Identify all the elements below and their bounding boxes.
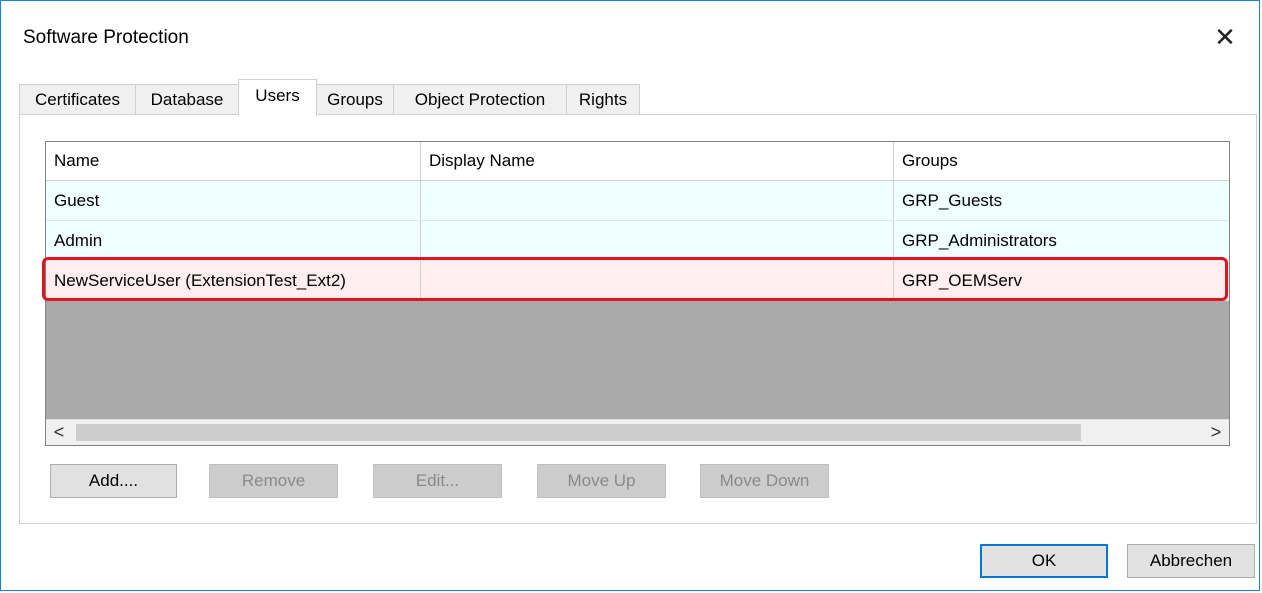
remove-button[interactable]: Remove	[209, 464, 338, 498]
move-down-button[interactable]: Move Down	[700, 464, 829, 498]
tab-certificates[interactable]: Certificates	[19, 84, 136, 114]
scroll-left-icon[interactable]: <	[46, 420, 72, 445]
users-tab-panel: Name Display Name Groups Guest GRP_Guest…	[19, 114, 1257, 524]
column-header-display-name[interactable]: Display Name	[421, 142, 894, 180]
users-table: Name Display Name Groups Guest GRP_Guest…	[45, 141, 1230, 446]
table-row[interactable]: Guest GRP_Guests	[46, 181, 1229, 221]
column-header-groups[interactable]: Groups	[894, 142, 1229, 180]
cancel-button[interactable]: Abbrechen	[1127, 544, 1255, 578]
software-protection-dialog: Software Protection ✕ Certificates Datab…	[0, 0, 1260, 591]
cell-groups: GRP_Administrators	[902, 231, 1057, 250]
edit-button[interactable]: Edit...	[373, 464, 502, 498]
table-row-highlighted[interactable]: NewServiceUser (ExtensionTest_Ext2) GRP_…	[46, 261, 1229, 301]
cell-name: NewServiceUser (ExtensionTest_Ext2)	[46, 261, 421, 300]
cell-groups: GRP_Guests	[902, 191, 1003, 210]
move-up-button[interactable]: Move Up	[537, 464, 666, 498]
tab-object-protection[interactable]: Object Protection	[393, 84, 567, 114]
cell-display-name	[421, 261, 894, 300]
tab-database[interactable]: Database	[135, 84, 239, 114]
tab-rights[interactable]: Rights	[566, 84, 640, 114]
cell-name: Admin	[46, 221, 421, 260]
column-header-name[interactable]: Name	[46, 142, 421, 180]
title-bar: Software Protection ✕	[1, 1, 1259, 79]
cell-display-name	[421, 221, 894, 260]
cell-groups: GRP_OEMServ	[902, 271, 1022, 290]
tab-users[interactable]: Users	[238, 79, 317, 116]
close-icon[interactable]: ✕	[1211, 17, 1239, 57]
ok-button[interactable]: OK	[980, 544, 1108, 578]
cell-display-name	[421, 181, 894, 220]
window-title: Software Protection	[23, 27, 189, 48]
add-button[interactable]: Add....	[50, 464, 177, 498]
horizontal-scrollbar[interactable]: < >	[46, 419, 1229, 445]
tab-groups[interactable]: Groups	[316, 84, 394, 114]
table-row[interactable]: Admin GRP_Administrators	[46, 221, 1229, 261]
scroll-right-icon[interactable]: >	[1203, 420, 1229, 445]
cell-name: Guest	[46, 181, 421, 220]
table-header: Name Display Name Groups	[46, 142, 1229, 181]
scrollbar-thumb[interactable]	[76, 424, 1081, 441]
